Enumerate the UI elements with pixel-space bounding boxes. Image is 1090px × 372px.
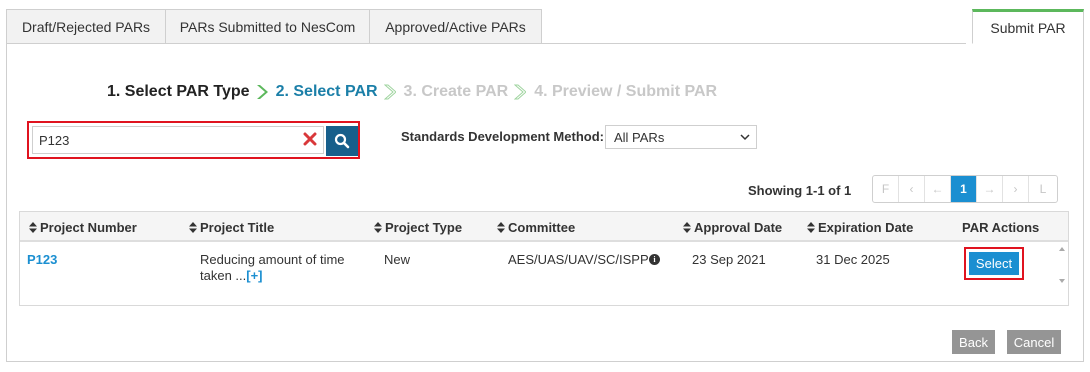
- page-first-button[interactable]: F: [873, 176, 899, 202]
- chevron-right-icon: [514, 84, 528, 100]
- sort-icon: [29, 222, 37, 233]
- page-last-button[interactable]: L: [1029, 176, 1057, 202]
- tab-submit-par[interactable]: Submit PAR: [972, 9, 1084, 44]
- search-highlight: [27, 121, 360, 159]
- project-number-link[interactable]: P123: [27, 252, 57, 267]
- select-highlight: Select: [964, 247, 1024, 280]
- table-scrollbar[interactable]: [1058, 243, 1068, 287]
- chevron-down-icon: [740, 134, 750, 141]
- chevron-right-icon: [383, 84, 398, 100]
- clear-x-icon[interactable]: [303, 132, 317, 148]
- cancel-button[interactable]: Cancel: [1007, 330, 1061, 354]
- expand-title-link[interactable]: [+]: [246, 268, 262, 283]
- tab-label: Approved/Active PARs: [385, 18, 526, 35]
- th-committee[interactable]: Committee: [497, 220, 575, 235]
- project-type: New: [384, 252, 411, 267]
- approval-date: 23 Sep 2021: [692, 252, 766, 267]
- par-table: Project Number Project Title Project Typ…: [19, 211, 1069, 306]
- page-prev-button[interactable]: ←: [925, 176, 951, 202]
- scroll-up-icon[interactable]: [1059, 247, 1065, 251]
- search-input[interactable]: [32, 126, 324, 154]
- tab-draft-rejected-pars[interactable]: Draft/Rejected PARs: [6, 9, 166, 44]
- select-button[interactable]: Select: [969, 252, 1019, 275]
- expiration-date: 31 Dec 2025: [816, 252, 890, 267]
- sort-icon: [497, 222, 505, 233]
- back-button[interactable]: Back: [952, 330, 995, 354]
- tab-label: Draft/Rejected PARs: [21, 18, 151, 35]
- project-title-line: Reducing amount of time: [200, 252, 345, 267]
- table-header: Project Number Project Title Project Typ…: [20, 212, 1068, 242]
- panel-divider: [536, 43, 966, 44]
- sdm-select[interactable]: All PARs: [605, 125, 757, 149]
- th-project-number[interactable]: Project Number: [29, 220, 137, 235]
- th-approval-date[interactable]: Approval Date: [683, 220, 782, 235]
- sort-icon: [374, 222, 382, 233]
- page-next-button[interactable]: →: [977, 176, 1003, 202]
- tab-bar: Draft/Rejected PARs PARs Submitted to Ne…: [6, 9, 1084, 44]
- showing-count: Showing 1-1 of 1: [748, 183, 852, 198]
- committee: AES/UAS/UAV/SC/ISPPC: [508, 252, 659, 267]
- th-project-title[interactable]: Project Title: [189, 220, 274, 235]
- project-title-line: taken ...[+]: [200, 268, 263, 283]
- page-1-button[interactable]: 1: [951, 176, 977, 202]
- pagination: F ‹ ← 1 → › L: [872, 175, 1058, 203]
- step-create-par: 3. Create PAR: [403, 83, 509, 100]
- step-select-par-type: 1. Select PAR Type: [107, 83, 250, 100]
- tab-approved-active-pars[interactable]: Approved/Active PARs: [369, 9, 542, 44]
- sdm-selected-value: All PARs: [614, 129, 665, 145]
- info-icon[interactable]: i: [649, 254, 660, 265]
- wizard-steps: 1. Select PAR Type 2. Select PAR 3. Crea…: [107, 81, 717, 103]
- search-button[interactable]: [326, 126, 358, 156]
- scroll-down-icon[interactable]: [1059, 279, 1065, 283]
- th-project-type[interactable]: Project Type: [374, 220, 462, 235]
- chevron-right-icon: [256, 84, 270, 100]
- page-prev-group-button[interactable]: ‹: [899, 176, 925, 202]
- sort-icon: [683, 222, 691, 233]
- tab-label: Submit PAR: [990, 19, 1066, 36]
- th-par-actions: PAR Actions: [962, 220, 1040, 235]
- th-expiration-date[interactable]: Expiration Date: [807, 220, 913, 235]
- sdm-label: Standards Development Method:: [401, 129, 604, 144]
- tab-label: PARs Submitted to NesCom: [179, 18, 356, 35]
- sort-icon: [189, 222, 197, 233]
- page-next-group-button[interactable]: ›: [1003, 176, 1029, 202]
- step-preview-submit-par: 4. Preview / Submit PAR: [534, 83, 718, 100]
- sort-icon: [807, 222, 815, 233]
- tab-pars-submitted-to-nescom[interactable]: PARs Submitted to NesCom: [165, 9, 370, 44]
- step-select-par: 2. Select PAR: [275, 83, 378, 100]
- search-icon: [334, 133, 350, 149]
